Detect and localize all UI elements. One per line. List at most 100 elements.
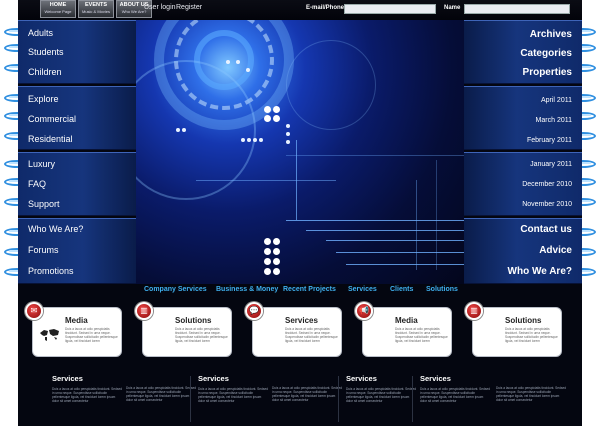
hero-dot <box>264 238 271 245</box>
hero-dot <box>241 138 245 142</box>
menu-item-properties[interactable]: Properties <box>523 67 572 78</box>
footer-column: Services Duis a lacus at odio perspiciat… <box>198 374 268 403</box>
tab-home[interactable]: HOME Welcome Page <box>40 0 76 18</box>
strip-link-company-services[interactable]: Company Services <box>144 286 207 293</box>
feature-card-services[interactable]: 💬 Services Duis a lacus at odio perspici… <box>245 302 342 357</box>
hero-dot <box>286 124 290 128</box>
menu-item-who-we-are[interactable]: Who We Are? <box>28 224 83 234</box>
circuit-line <box>416 180 417 270</box>
card-title: Media <box>395 316 418 325</box>
circuit-line <box>286 220 464 221</box>
menu-item-contact-us[interactable]: Contact us <box>520 224 572 235</box>
right-menu-group: April 2011 March 2011 February 2011 <box>464 86 582 150</box>
footer-text: Duis a lacus at odio perspiciatis tincid… <box>346 387 416 403</box>
tab-events[interactable]: EVENTS Music & Movies <box>78 0 114 18</box>
hero-dot <box>264 268 271 275</box>
footer: Services Duis a lacus at odio perspiciat… <box>18 368 582 426</box>
services-nav-strip: Company Services Business & Money Recent… <box>136 284 464 298</box>
hero-dot <box>264 248 271 255</box>
hero-dot <box>273 258 280 265</box>
right-menu-group: Archives Categories Properties <box>464 20 582 84</box>
footer-divider <box>338 376 339 422</box>
archive-link-april-2011[interactable]: April 2011 <box>541 97 572 104</box>
circuit-line <box>196 180 336 181</box>
card-text: Duis a lacus at odio perspiciatis tincid… <box>505 327 558 343</box>
circuit-line <box>346 264 464 265</box>
circuit-line <box>326 240 464 241</box>
tab-sublabel: Welcome Page <box>44 9 72 14</box>
name-field[interactable] <box>464 4 570 14</box>
footer-text: Duis a lacus at odio perspiciatis tincid… <box>420 387 490 403</box>
feature-card-solutions-2[interactable]: ▥ Solutions Duis a lacus at odio perspic… <box>465 302 562 357</box>
footer-text: Duis a lacus at odio perspiciatis tincid… <box>126 386 196 402</box>
menu-item-residential[interactable]: Residential <box>28 134 73 144</box>
menu-item-support[interactable]: Support <box>28 199 60 209</box>
circuit-line <box>306 230 464 231</box>
user-login-link[interactable]: User login <box>144 4 176 11</box>
hero-dot <box>273 268 280 275</box>
circuit-line <box>296 140 297 220</box>
tab-sublabel: Music & Movies <box>81 9 110 14</box>
left-menu-group: Luxury FAQ Support <box>18 152 136 216</box>
circuit-line <box>286 155 464 156</box>
building-icon: ▥ <box>135 302 153 320</box>
footer-column: Duis a lacus at odio perspiciatis tincid… <box>496 382 566 402</box>
archive-link-january-2011[interactable]: January 2011 <box>530 161 572 168</box>
feature-card-media[interactable]: ✉ Media Duis a lacus at odio perspiciati… <box>25 302 122 357</box>
footer-title: Services <box>52 374 83 383</box>
register-link[interactable]: Register <box>176 4 202 11</box>
hero-dot <box>264 115 271 122</box>
card-text: Duis a lacus at odio perspiciatis tincid… <box>65 327 118 343</box>
card-text: Duis a lacus at odio perspiciatis tincid… <box>285 327 338 343</box>
email-label: E-mail/Phone <box>306 5 345 11</box>
card-text: Duis a lacus at odio perspiciatis tincid… <box>175 327 228 343</box>
menu-item-promotions[interactable]: Promotions <box>28 266 74 276</box>
archive-link-march-2011[interactable]: March 2011 <box>536 117 572 124</box>
right-menu-group: Contact us Advice Who We Are? <box>464 218 582 284</box>
feature-card-media-2[interactable]: 📢 Media Duis a lacus at odio perspiciati… <box>355 302 452 357</box>
strip-link-solutions[interactable]: Solutions <box>426 286 458 293</box>
footer-divider <box>412 376 413 422</box>
footer-column: Services Duis a lacus at odio perspiciat… <box>52 374 122 403</box>
hero-dot <box>273 238 280 245</box>
menu-item-faq[interactable]: FAQ <box>28 179 46 189</box>
menu-item-luxury[interactable]: Luxury <box>28 159 55 169</box>
archive-link-february-2011[interactable]: February 2011 <box>527 137 572 144</box>
archive-link-december-2010[interactable]: December 2010 <box>522 181 572 188</box>
card-title: Services <box>285 316 318 325</box>
menu-item-forums[interactable]: Forums <box>28 245 59 255</box>
hero-dot <box>182 128 186 132</box>
strip-link-services[interactable]: Services <box>348 286 377 293</box>
building-icon: ▥ <box>465 302 483 320</box>
menu-item-children[interactable]: Children <box>28 67 62 77</box>
menu-item-students[interactable]: Students <box>28 47 64 57</box>
strip-link-clients[interactable]: Clients <box>390 286 413 293</box>
menu-item-archives[interactable]: Archives <box>530 29 572 40</box>
page-frame: HOME Welcome Page EVENTS Music & Movies … <box>0 0 600 426</box>
hero-dot <box>286 140 290 144</box>
hero-dot <box>264 258 271 265</box>
hero-tech-graphic <box>136 20 464 284</box>
menu-item-advice[interactable]: Advice <box>539 245 572 256</box>
right-menu-group: January 2011 December 2010 November 2010 <box>464 152 582 216</box>
menu-item-categories[interactable]: Categories <box>520 48 572 59</box>
feature-card-solutions[interactable]: ▥ Solutions Duis a lacus at odio perspic… <box>135 302 232 357</box>
footer-text: Duis a lacus at odio perspiciatis tincid… <box>272 386 342 402</box>
left-sidebar: Adults Students Children Explore Commerc… <box>18 20 136 284</box>
menu-item-commercial[interactable]: Commercial <box>28 114 76 124</box>
footer-title: Services <box>198 374 229 383</box>
hero-dot <box>264 106 271 113</box>
footer-column: Duis a lacus at odio perspiciatis tincid… <box>272 382 342 402</box>
hero-dot <box>253 138 257 142</box>
hero-dot <box>247 138 251 142</box>
menu-item-explore[interactable]: Explore <box>28 94 59 104</box>
archive-link-november-2010[interactable]: November 2010 <box>522 201 572 208</box>
menu-item-who-we-are[interactable]: Who We Are? <box>508 266 572 277</box>
menu-item-adults[interactable]: Adults <box>28 28 53 38</box>
strip-link-business-money[interactable]: Business & Money <box>216 286 278 293</box>
email-field[interactable] <box>344 4 436 14</box>
footer-column: Duis a lacus at odio perspiciatis tincid… <box>126 382 196 402</box>
mail-icon: ✉ <box>25 302 43 320</box>
footer-title: Services <box>346 374 377 383</box>
strip-link-recent-projects[interactable]: Recent Projects <box>283 286 336 293</box>
